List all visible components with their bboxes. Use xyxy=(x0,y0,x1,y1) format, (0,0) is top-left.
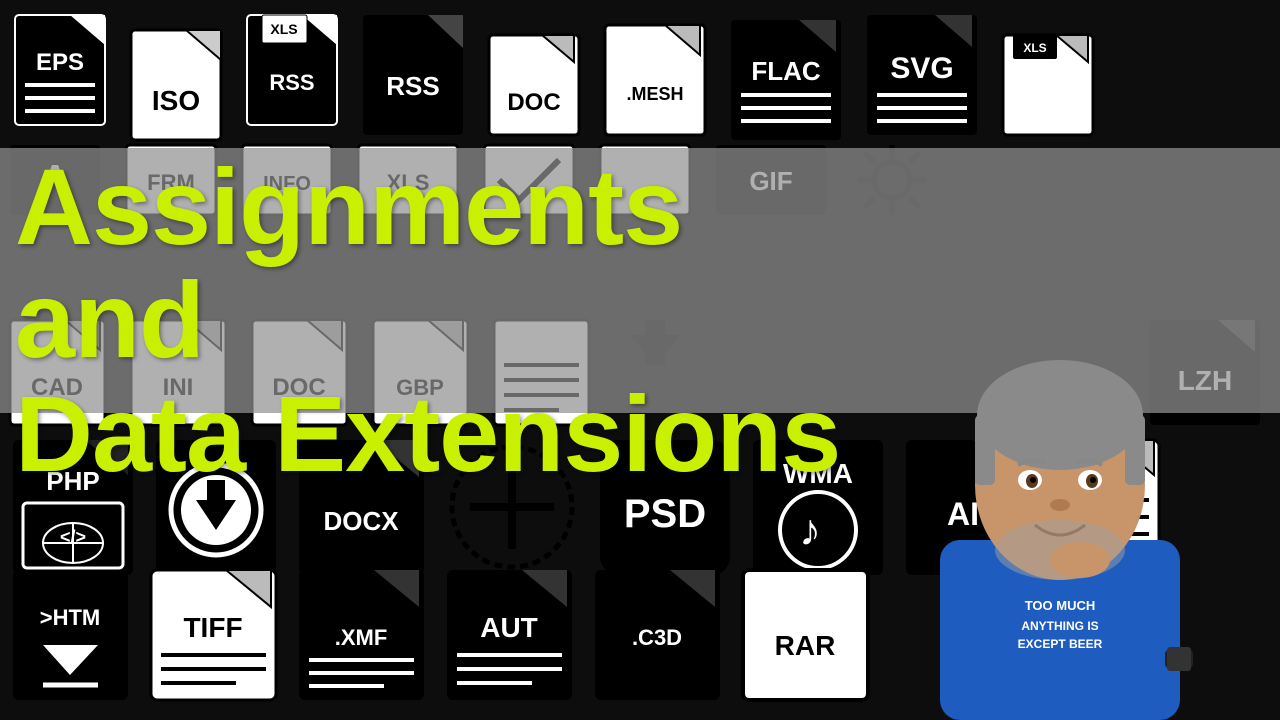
iso-icon: ISO xyxy=(121,25,231,145)
svg-icon: SVG xyxy=(857,10,987,140)
svg-text:.MESH: .MESH xyxy=(626,84,683,104)
bottom-row-icons: >HTM TIFF .XMF xyxy=(0,560,730,715)
xmf-icon: .XMF xyxy=(294,565,434,710)
aut-icon: AUT xyxy=(442,565,582,710)
svg-text:RSS: RSS xyxy=(386,71,439,101)
svg-text:>HTM: >HTM xyxy=(40,605,101,630)
title-container: Assignments and Data Extensions xyxy=(15,150,865,490)
svg-text:DOC: DOC xyxy=(507,89,560,116)
c3d-icon: .C3D xyxy=(590,565,730,710)
eps-icon: EPS xyxy=(5,10,115,130)
flac-icon: FLAC xyxy=(721,15,851,145)
person-svg: TOO MUCH ANYTHING IS EXCEPT BEER xyxy=(880,340,1240,720)
top-icons-row: EPS ISO XLS RSS xyxy=(0,5,1280,150)
svg-text:.C3D: .C3D xyxy=(632,625,682,650)
title-line1: Assignments and xyxy=(15,150,865,377)
svg-text:.XMF: .XMF xyxy=(335,625,388,650)
svg-text:TIFF: TIFF xyxy=(183,612,242,643)
rar-icon: RAR xyxy=(738,565,878,710)
svg-text:RAR: RAR xyxy=(775,630,836,661)
xls-right-icon: XLS xyxy=(993,30,1103,140)
rss-icon: RSS xyxy=(353,10,473,140)
xls-icon: XLS RSS xyxy=(237,10,347,130)
svg-text:XLS: XLS xyxy=(270,21,297,37)
svg-text:EXCEPT BEER: EXCEPT BEER xyxy=(1018,637,1103,651)
tiff-icon: TIFF xyxy=(146,565,286,710)
svg-text:XLS: XLS xyxy=(1023,41,1046,55)
main-container: EPS ISO XLS RSS xyxy=(0,0,1280,720)
title-line2: Data Extensions xyxy=(15,377,865,490)
svg-text:ANYTHING IS: ANYTHING IS xyxy=(1021,619,1098,633)
svg-text:FLAC: FLAC xyxy=(751,56,821,86)
doc-icon: DOC xyxy=(479,30,589,140)
svg-text:SVG: SVG xyxy=(890,52,953,85)
svg-text:DOCX: DOCX xyxy=(323,506,399,536)
person-container: TOO MUCH ANYTHING IS EXCEPT BEER xyxy=(880,340,1240,720)
svg-text:RSS: RSS xyxy=(269,70,314,95)
svg-text:EPS: EPS xyxy=(36,49,84,76)
svg-text:♪: ♪ xyxy=(799,506,821,555)
svg-text:AUT: AUT xyxy=(480,612,538,643)
svg-text:ISO: ISO xyxy=(152,85,200,116)
svg-text:PSD: PSD xyxy=(624,492,706,536)
htm-icon: >HTM xyxy=(8,565,138,710)
svg-text:TOO MUCH: TOO MUCH xyxy=(1025,598,1096,613)
mesh-icon: .MESH xyxy=(595,20,715,140)
